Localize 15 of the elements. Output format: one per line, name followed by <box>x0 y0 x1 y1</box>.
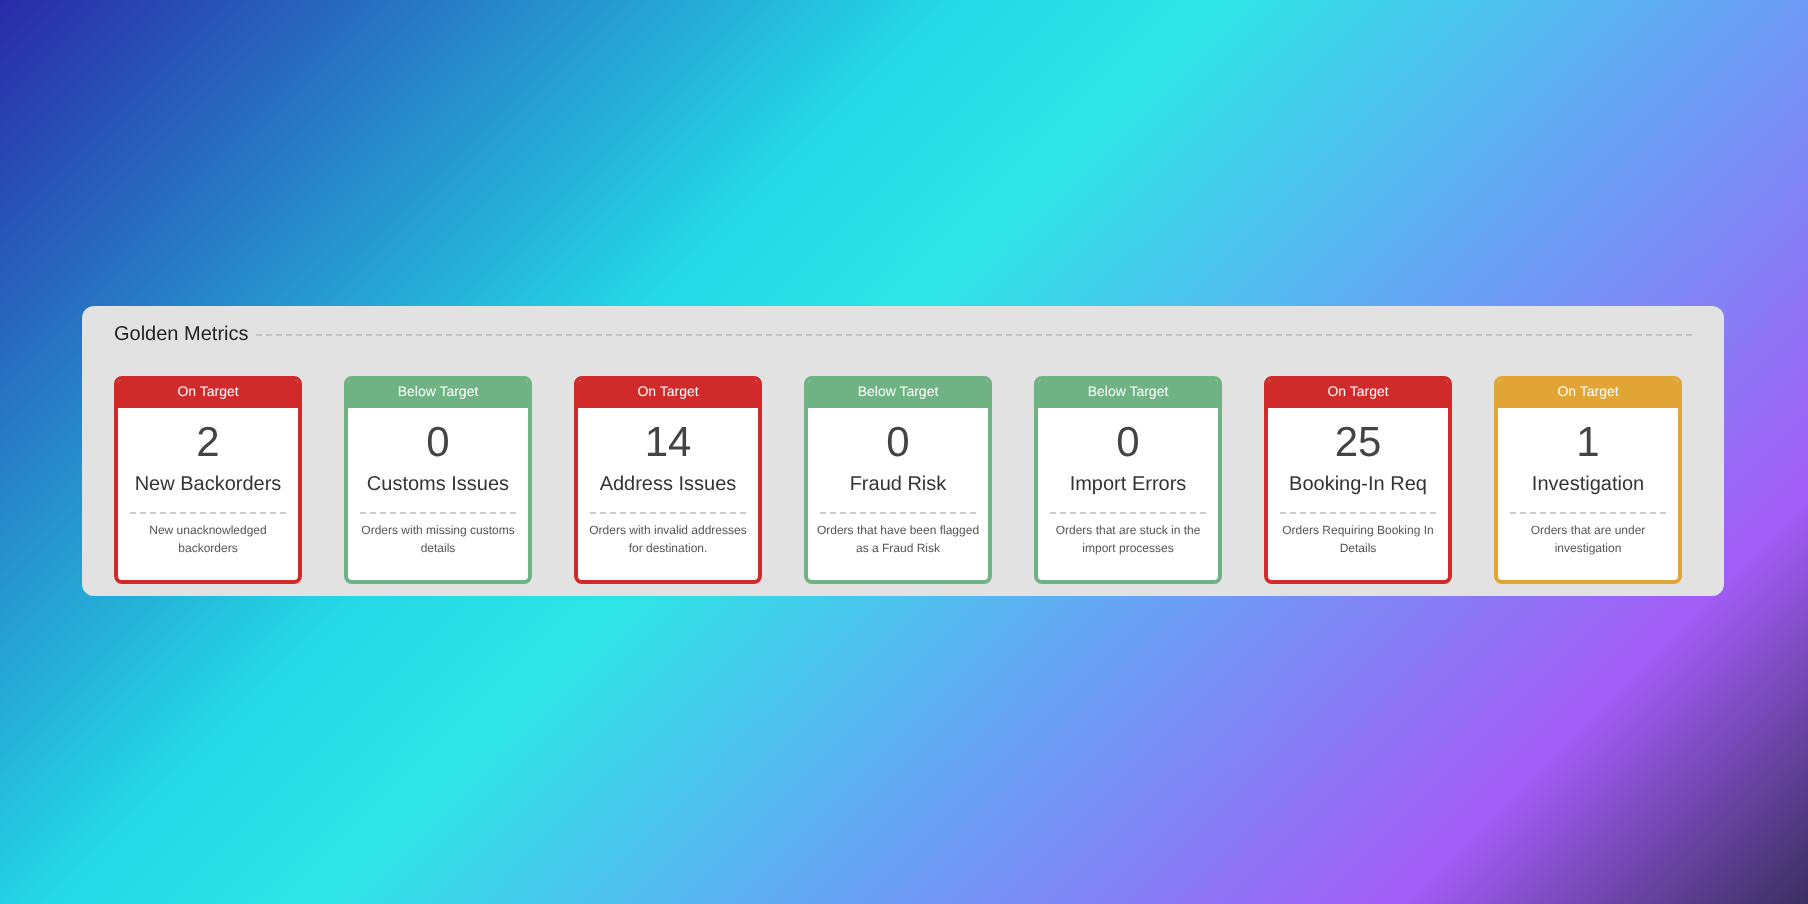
metric-title: Fraud Risk <box>849 472 947 500</box>
metric-title: Address Issues <box>599 472 737 500</box>
metric-value: 0 <box>1116 420 1140 468</box>
metric-value: 2 <box>196 420 220 468</box>
metric-value: 1 <box>1576 420 1600 468</box>
panel-title: Golden Metrics <box>114 322 249 350</box>
metric-value: 14 <box>644 420 692 468</box>
metric-title: Import Errors <box>1069 472 1187 500</box>
metric-title: New Backorders <box>134 472 282 500</box>
metric-value: 25 <box>1334 420 1382 468</box>
metric-title: Investigation <box>1531 472 1645 500</box>
metric-title: Customs Issues <box>366 472 510 500</box>
metric-title: Booking-In Req <box>1289 472 1427 500</box>
metric-value: 0 <box>426 420 450 468</box>
metric-value: 0 <box>886 420 910 468</box>
